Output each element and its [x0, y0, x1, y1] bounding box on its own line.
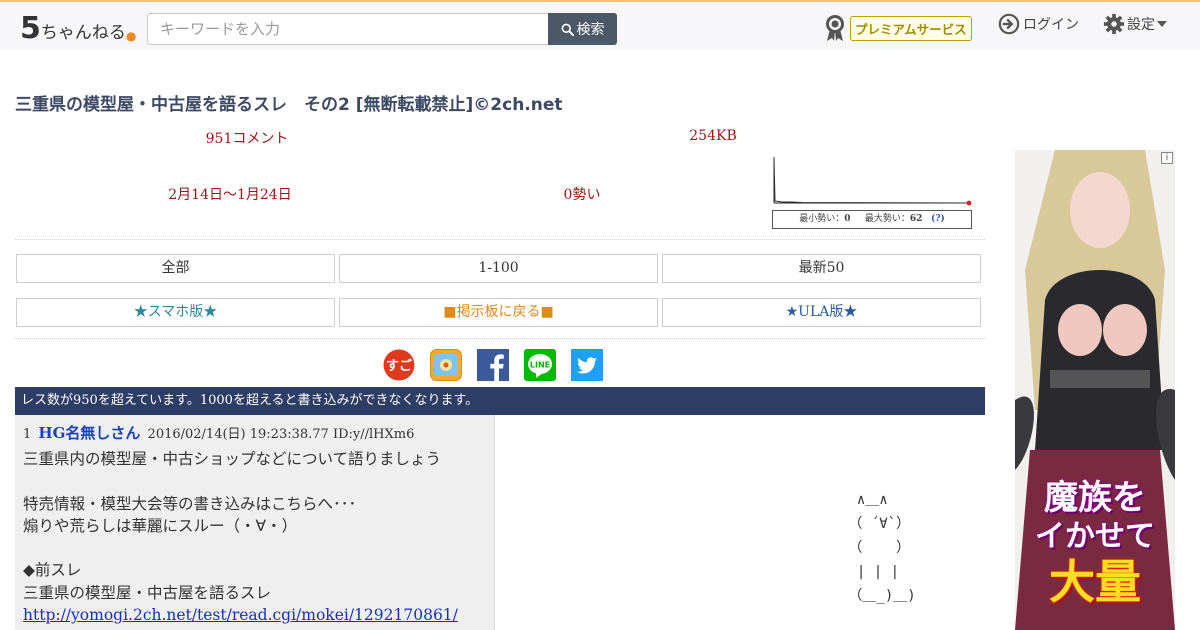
thread-title: 三重県の模型屋・中古屋を語るスレ その2 [無断転載禁止]©2ch.net: [15, 95, 563, 115]
line-icon[interactable]: LINE: [524, 349, 556, 381]
ascii-art-mona: ∧＿∧ （ ´∀`） （ ） | | | （＿_)＿): [848, 492, 916, 604]
post-line: 煽りや荒らしは華麗にスルー（・∀・）: [23, 516, 298, 535]
poster-name: HG名無しさん: [38, 424, 141, 442]
svg-text:すご: すご: [386, 358, 413, 374]
login-link[interactable]: ログイン: [998, 12, 1079, 36]
max-speed-value: 62: [909, 214, 923, 224]
min-speed-label: 最小勢い：: [799, 214, 845, 224]
view-all-button[interactable]: 全部: [16, 254, 335, 283]
thread-size: 254KB: [689, 128, 737, 144]
ad-headline: 魔族を イかせて 大量: [1015, 478, 1175, 608]
chevron-down-icon: [1157, 21, 1167, 27]
logo-text: ちゃんねる: [40, 23, 126, 43]
date-range: 2月14日〜1月24日: [168, 187, 292, 203]
premium-service-link[interactable]: プレミアムサービス: [824, 12, 972, 44]
sidebar-ad[interactable]: i 魔族を イかせて 大量: [1015, 150, 1175, 630]
ad-info-icon[interactable]: i: [1161, 152, 1173, 164]
search-button[interactable]: 検索: [548, 13, 617, 45]
view-latest-50-button[interactable]: 最新50: [662, 254, 981, 283]
sugoi-icon[interactable]: すご: [383, 349, 415, 381]
post-number[interactable]: 1: [23, 427, 31, 442]
search-input[interactable]: [147, 13, 549, 45]
smartphone-version-button[interactable]: ★スマホ版★: [16, 298, 335, 327]
thread-speed: 0勢い: [563, 187, 601, 203]
comment-count: 951コメント: [205, 131, 289, 147]
share-app-icon[interactable]: [430, 349, 462, 381]
post-header: 1 HG名無しさん 2016/02/14(日) 19:23:38.77 ID:y…: [23, 423, 486, 443]
divider: [15, 239, 985, 240]
post-line: 三重県の模型屋・中古屋を語るスレ: [23, 583, 272, 602]
award-icon: [824, 14, 846, 42]
post-line: [23, 537, 486, 559]
site-header: 5 ちゃんねる ● 検索 プレミアムサービス ログイン: [0, 0, 1200, 50]
logo-dot-icon: ●: [125, 29, 137, 43]
graph-endpoint: [966, 200, 972, 206]
poster-id[interactable]: ID:y//lHXm6: [333, 427, 414, 442]
max-speed-label: 最大勢い：: [864, 214, 910, 224]
line-icon-label: LINE: [530, 361, 550, 370]
post-line: 特売情報・模型大会等の書き込みはこちらへ･･･: [23, 494, 357, 513]
speed-help-link[interactable]: (?): [931, 214, 945, 224]
share-buttons: すご LINE: [383, 349, 603, 381]
ula-version-button[interactable]: ★ULA版★: [662, 298, 981, 327]
ad-line-3: 大量: [1049, 555, 1141, 609]
premium-badge: プレミアムサービス: [850, 15, 972, 41]
login-label: ログイン: [1023, 17, 1079, 33]
post-body: 三重県内の模型屋・中古ショップなどについて語りましょう 特売情報・模型大会等の書…: [23, 448, 486, 626]
speed-graph: [772, 155, 972, 207]
graph-line: [773, 156, 970, 204]
post-datetime: 2016/02/14(日) 19:23:38.77: [147, 427, 329, 442]
search-icon: [561, 23, 574, 36]
post-line: 三重県内の模型屋・中古ショップなどについて語りましょう: [23, 450, 442, 468]
facebook-icon[interactable]: [477, 349, 509, 381]
twitter-icon[interactable]: [571, 349, 603, 381]
divider: [15, 338, 985, 339]
settings-menu[interactable]: 設定: [1103, 12, 1167, 36]
speed-summary: 最小勢い：0 最大勢い：62 (?): [772, 210, 972, 229]
search-button-label: 検索: [576, 22, 605, 38]
ad-line-1: 魔族を: [1044, 478, 1146, 518]
previous-thread-link[interactable]: http://yomogi.2ch.net/test/read.cgi/moke…: [23, 606, 458, 624]
view-1-100-button[interactable]: 1-100: [339, 254, 658, 283]
site-logo[interactable]: 5 ちゃんねる ●: [20, 10, 136, 44]
ad-line-2: イかせて: [1035, 519, 1155, 554]
gear-icon: [1103, 13, 1125, 35]
post-limit-notice: レス数が950を超えています。1000を超えると書き込みができなくなります。: [15, 387, 985, 415]
settings-label: 設定: [1127, 17, 1155, 33]
login-icon: [998, 13, 1020, 35]
min-speed-value: 0: [844, 214, 851, 224]
post-line: ◆前スレ: [23, 561, 82, 580]
logo-number: 5: [20, 11, 41, 46]
post-1: 1 HG名無しさん 2016/02/14(日) 19:23:38.77 ID:y…: [15, 415, 495, 630]
post-line: [23, 470, 486, 492]
back-to-board-button[interactable]: ■掲示板に戻る■: [339, 298, 658, 327]
